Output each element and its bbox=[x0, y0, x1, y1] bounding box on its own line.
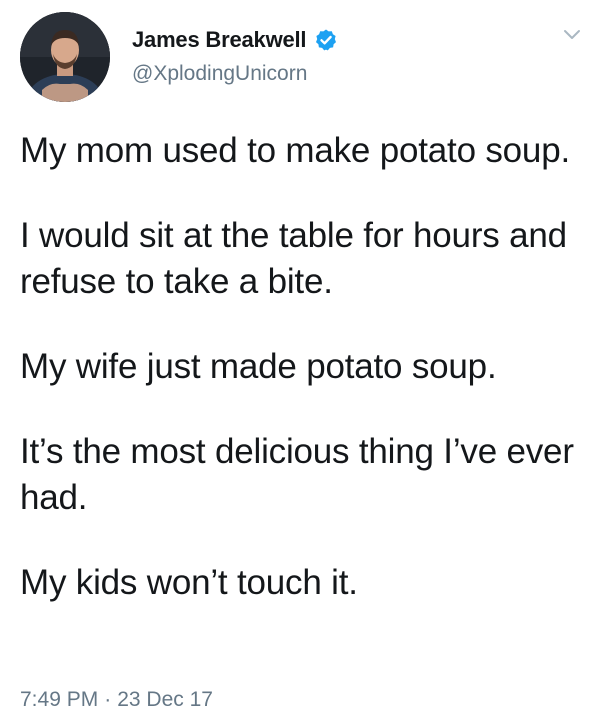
verified-badge-icon bbox=[314, 28, 338, 52]
tweet-paragraph: My wife just made potato soup. bbox=[20, 347, 497, 386]
timestamp-separator: · bbox=[104, 688, 112, 711]
tweet-text: My mom used to make potato soup. I would… bbox=[20, 128, 590, 606]
tweet-card: James Breakwell @XplodingUnicorn My mom … bbox=[0, 0, 602, 728]
tweet-paragraph: I would sit at the table for hours and r… bbox=[20, 216, 567, 301]
display-name[interactable]: James Breakwell bbox=[132, 27, 307, 53]
chevron-down-icon[interactable] bbox=[562, 28, 582, 42]
user-handle[interactable]: @XplodingUnicorn bbox=[132, 62, 307, 86]
tweet-paragraph: It’s the most delicious thing I’ve ever … bbox=[20, 432, 574, 517]
tweet-paragraph: My kids won’t touch it. bbox=[20, 563, 358, 602]
tweet-date: 23 Dec 17 bbox=[117, 688, 213, 711]
user-name-row[interactable]: James Breakwell bbox=[132, 27, 338, 53]
tweet-timestamp[interactable]: 7:49 PM · 23 Dec 17 bbox=[20, 688, 213, 712]
avatar-photo-icon bbox=[20, 12, 110, 102]
tweet-time: 7:49 PM bbox=[20, 688, 99, 711]
user-avatar[interactable] bbox=[20, 12, 110, 102]
tweet-paragraph: My mom used to make potato soup. bbox=[20, 131, 570, 170]
